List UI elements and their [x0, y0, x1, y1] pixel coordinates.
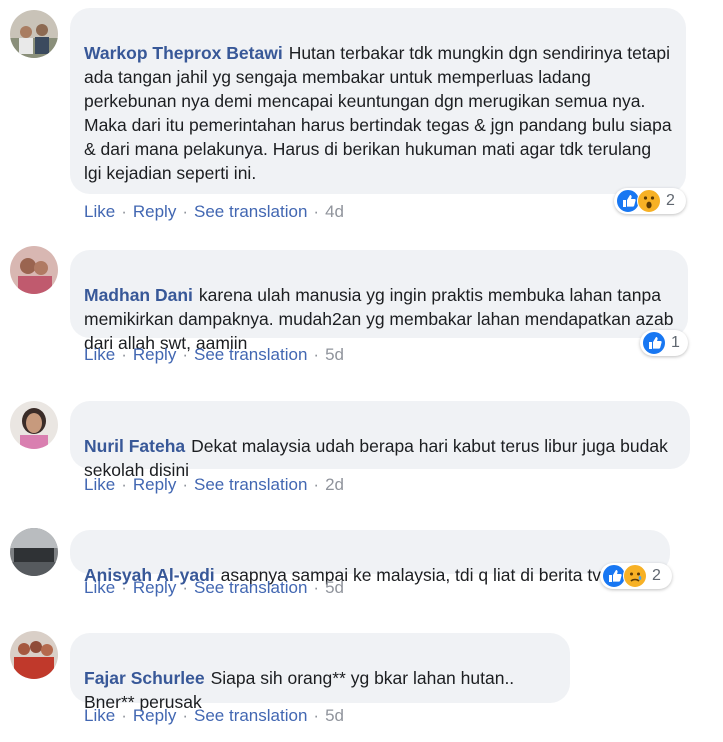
see-translation-link[interactable]: See translation [194, 345, 307, 364]
comment-bubble: Madhan Dani karena ulah manusia yg ingin … [70, 250, 688, 353]
comment-timestamp[interactable]: 5d [325, 706, 344, 725]
comment-actions: Like · Reply · See translation · 5d [84, 577, 344, 599]
separator: · [182, 345, 188, 364]
comment-author[interactable]: Fajar Schurlee [84, 668, 205, 688]
reactions-summary[interactable]: 1 [640, 330, 688, 356]
comment-timestamp[interactable]: 2d [325, 475, 344, 494]
separator: · [121, 706, 127, 725]
comment-timestamp[interactable]: 5d [325, 345, 344, 364]
avatar[interactable] [10, 401, 58, 449]
comment-timestamp[interactable]: 5d [325, 578, 344, 597]
like-button[interactable]: Like [84, 202, 115, 221]
comment-author[interactable]: Madhan Dani [84, 285, 193, 305]
like-button[interactable]: Like [84, 475, 115, 494]
comment-actions: Like · Reply · See translation · 2d [84, 474, 344, 496]
like-button[interactable]: Like [84, 706, 115, 725]
separator: · [182, 475, 188, 494]
wow-icon [637, 189, 661, 213]
comment-bubble: Anisyah Al-yadi asapnya sampai ke malaysi… [70, 530, 670, 585]
separator: · [121, 202, 127, 221]
reply-button[interactable]: Reply [133, 578, 176, 597]
reply-button[interactable]: Reply [133, 475, 176, 494]
sad-icon [623, 564, 647, 588]
comment-actions: Like · Reply · See translation · 4d [84, 201, 344, 223]
comment-timestamp[interactable]: 4d [325, 202, 344, 221]
reply-button[interactable]: Reply [133, 202, 176, 221]
separator: · [313, 578, 320, 597]
like-button[interactable]: Like [84, 578, 115, 597]
avatar[interactable] [10, 10, 58, 58]
reactions-summary[interactable]: 2 [614, 188, 686, 214]
reactions-summary[interactable]: 2 [600, 563, 672, 589]
comment-author[interactable]: Warkop Theprox Betawi [84, 43, 283, 63]
comment-bubble: Warkop Theprox Betawi Hutan terbakar tdk … [70, 8, 686, 194]
comment-bubble: Nuril Fateha Dekat malaysia udah berapa h… [70, 401, 690, 480]
separator: · [182, 202, 188, 221]
see-translation-link[interactable]: See translation [194, 578, 307, 597]
see-translation-link[interactable]: See translation [194, 475, 307, 494]
separator: · [313, 706, 320, 725]
reply-button[interactable]: Reply [133, 345, 176, 364]
comment-bubble: Fajar Schurlee Siapa sih orang** yg bkar … [70, 633, 570, 712]
separator: · [313, 345, 320, 364]
reply-button[interactable]: Reply [133, 706, 176, 725]
avatar[interactable] [10, 528, 58, 576]
avatar[interactable] [10, 246, 58, 294]
separator: · [121, 475, 127, 494]
see-translation-link[interactable]: See translation [194, 202, 307, 221]
separator: · [182, 706, 188, 725]
see-translation-link[interactable]: See translation [194, 706, 307, 725]
separator: · [313, 475, 320, 494]
reaction-count: 2 [652, 567, 661, 584]
separator: · [121, 345, 127, 364]
comment-author[interactable]: Nuril Fateha [84, 436, 185, 456]
comment-actions: Like · Reply · See translation · 5d [84, 705, 344, 727]
comment-text: Hutan terbakar tdk mungkin dgn sendiriny… [84, 43, 672, 183]
separator: · [313, 202, 320, 221]
like-button[interactable]: Like [84, 345, 115, 364]
separator: · [121, 578, 127, 597]
separator: · [182, 578, 188, 597]
like-icon [642, 331, 666, 355]
comment-actions: Like · Reply · See translation · 5d [84, 344, 344, 366]
reaction-count: 2 [666, 192, 675, 209]
reaction-count: 1 [671, 334, 680, 351]
avatar[interactable] [10, 631, 58, 679]
